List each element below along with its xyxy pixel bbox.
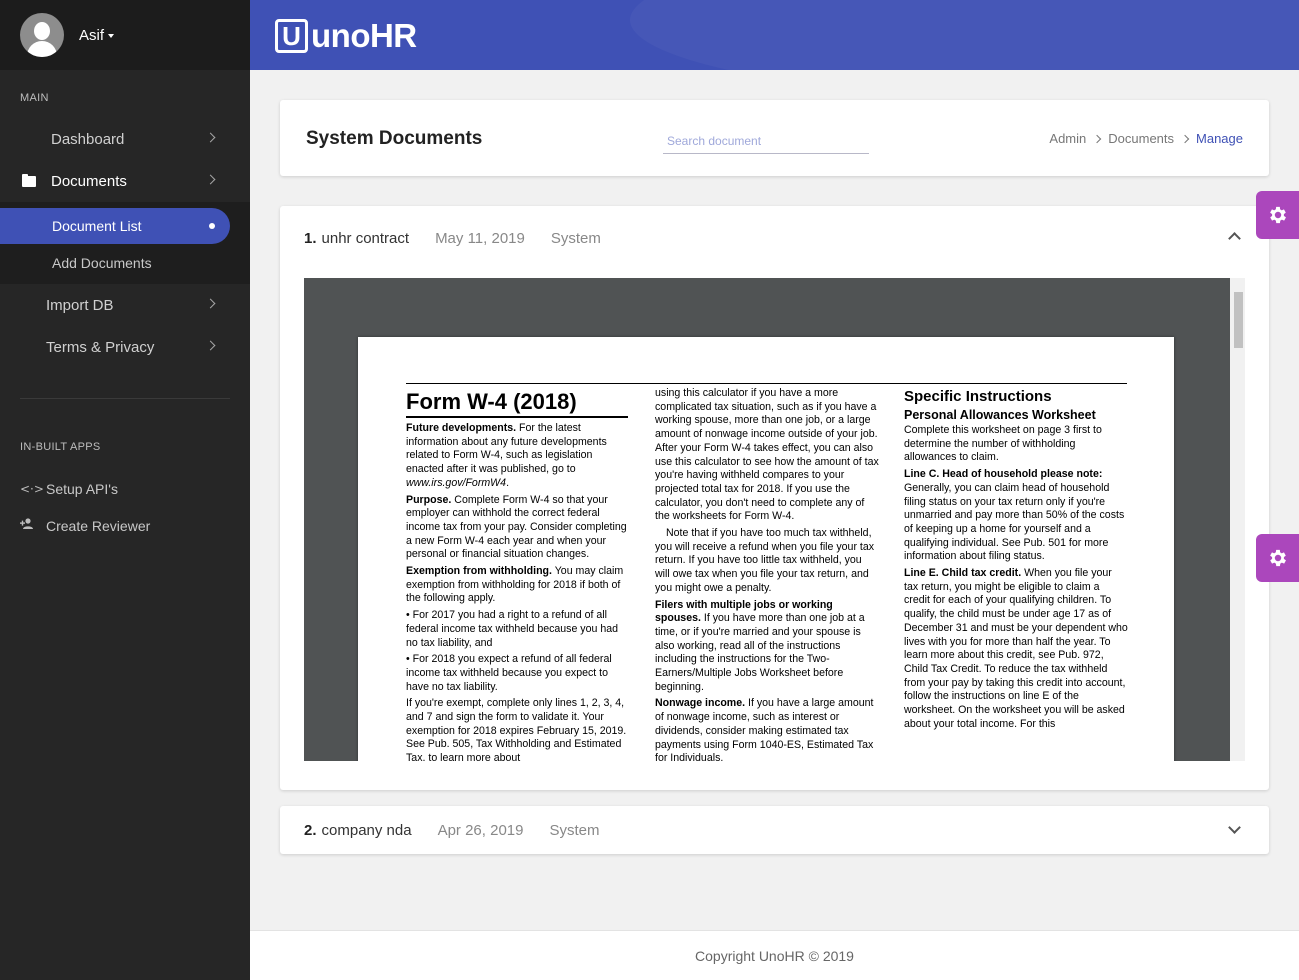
pdf-page: Form W-4 (2018) Future developments. For… bbox=[358, 337, 1174, 761]
document-title: unhr contract bbox=[321, 229, 410, 247]
sidebar-item-terms-privacy[interactable]: Terms & Privacy bbox=[0, 326, 250, 368]
document-card: 1. unhr contract May 11, 2019 System For… bbox=[280, 206, 1269, 790]
pdf-viewer[interactable]: Form W-4 (2018) Future developments. For… bbox=[304, 278, 1245, 761]
sidebar-subitem-document-list[interactable]: Document List bbox=[0, 208, 230, 244]
sidebar-item-setup-apis[interactable]: <·> Setup API's bbox=[0, 470, 250, 507]
search-input[interactable] bbox=[663, 128, 869, 154]
gear-icon bbox=[1269, 549, 1286, 567]
sidebar-subitem-label: Add Documents bbox=[52, 255, 152, 271]
chevron-right-icon bbox=[205, 298, 216, 309]
sidebar-item-label: Terms & Privacy bbox=[46, 338, 155, 356]
active-dot-icon bbox=[209, 223, 215, 229]
documents-submenu: Document List Add Documents bbox=[0, 202, 250, 284]
list-icon bbox=[20, 299, 34, 311]
document-source: System bbox=[550, 229, 601, 247]
pdf-paragraph: Purpose. Complete Form W-4 so that your … bbox=[406, 493, 627, 561]
document-header[interactable]: 2. company nda Apr 26, 2019 System bbox=[280, 806, 1269, 854]
pdf-column-3: Specific Instructions Personal Allowance… bbox=[904, 387, 1128, 734]
settings-button[interactable] bbox=[1256, 191, 1299, 239]
sidebar-item-create-reviewer[interactable]: Create Reviewer bbox=[0, 507, 250, 544]
breadcrumb-documents[interactable]: Documents bbox=[1108, 131, 1174, 146]
sidebar-divider bbox=[20, 398, 230, 399]
pdf-paragraph: If you're exempt, complete only lines 1,… bbox=[406, 697, 627, 761]
pdf-paragraph: Line E. Child tax credit. When you file … bbox=[904, 567, 1128, 730]
pdf-paragraph: Exemption from withholding. You may clai… bbox=[406, 565, 624, 605]
chevron-up-icon[interactable] bbox=[1228, 232, 1241, 245]
user-menu-toggle[interactable]: Asif bbox=[79, 26, 115, 44]
gear-icon bbox=[1269, 206, 1286, 224]
document-number: 1. bbox=[304, 229, 317, 247]
document-title: company nda bbox=[321, 821, 412, 839]
sidebar-item-label: Import DB bbox=[46, 296, 114, 314]
pdf-paragraph: • For 2018 you expect a refund of all fe… bbox=[406, 653, 612, 693]
chevron-right-icon bbox=[205, 174, 216, 185]
user-name: Asif bbox=[79, 26, 105, 44]
pdf-paragraph: Complete this worksheet on page 3 first … bbox=[904, 424, 1102, 464]
section-label-main: MAIN bbox=[20, 92, 49, 104]
breadcrumb-admin[interactable]: Admin bbox=[1049, 131, 1086, 146]
chevron-right-icon bbox=[1093, 134, 1102, 143]
folder-icon bbox=[22, 173, 36, 187]
sidebar-item-label: Dashboard bbox=[51, 130, 125, 148]
pdf-paragraph: Line C. Head of household please note: G… bbox=[904, 468, 1125, 563]
document-date: May 11, 2019 bbox=[435, 229, 525, 247]
settings-button[interactable] bbox=[1256, 534, 1299, 582]
breadcrumb-manage: Manage bbox=[1196, 131, 1243, 146]
copyright-text: Copyright UnoHR © 2019 bbox=[695, 947, 854, 964]
add-person-icon bbox=[20, 518, 35, 533]
pdf-paragraph: Future developments. For the latest info… bbox=[406, 422, 607, 489]
chevron-right-icon bbox=[205, 340, 216, 351]
dashboard-icon bbox=[22, 133, 36, 145]
section-label-apps: IN-BUILT APPS bbox=[20, 441, 101, 453]
logo-text: unoHR bbox=[311, 17, 417, 54]
sidebar-item-label: Create Reviewer bbox=[46, 517, 151, 534]
logo-mark: U bbox=[275, 19, 308, 53]
sidebar-item-documents[interactable]: Documents bbox=[0, 160, 250, 202]
list-icon bbox=[20, 341, 34, 353]
caret-down-icon bbox=[108, 33, 115, 38]
pdf-paragraph: Nonwage income. If you have a large amou… bbox=[655, 697, 874, 761]
sidebar: Asif MAIN Dashboard Documents Document L… bbox=[0, 0, 250, 980]
user-block[interactable]: Asif bbox=[0, 0, 250, 70]
sidebar-item-label: Documents bbox=[51, 172, 127, 190]
breadcrumb: Admin Documents Manage bbox=[1049, 131, 1243, 146]
pdf-column-1: Form W-4 (2018) Future developments. For… bbox=[406, 389, 628, 761]
avatar[interactable] bbox=[20, 13, 64, 57]
pdf-paragraph: • For 2017 you had a right to a refund o… bbox=[406, 609, 619, 649]
sidebar-subitem-label: Document List bbox=[52, 218, 142, 234]
sidebar-item-import-db[interactable]: Import DB bbox=[0, 284, 250, 326]
brand-logo[interactable]: U unoHR bbox=[275, 17, 417, 55]
document-number: 2. bbox=[304, 821, 317, 839]
pdf-heading: Specific Instructions bbox=[904, 388, 1052, 405]
sidebar-item-label: Setup API's bbox=[46, 480, 118, 497]
document-source: System bbox=[549, 821, 600, 839]
chevron-right-icon bbox=[205, 132, 216, 143]
pdf-subheading: Personal Allowances Worksheet bbox=[904, 408, 1096, 422]
document-date: Apr 26, 2019 bbox=[437, 821, 524, 839]
pdf-form-title: Form W-4 (2018) bbox=[406, 389, 628, 418]
pdf-paragraph: Note that if you have too much tax withh… bbox=[655, 527, 875, 594]
code-arrows-icon: <·> bbox=[20, 481, 44, 496]
chevron-down-icon[interactable] bbox=[1228, 821, 1241, 834]
footer: Copyright UnoHR © 2019 bbox=[250, 930, 1299, 980]
pdf-paragraph: using this calculator if you have a more… bbox=[655, 387, 879, 523]
sidebar-item-dashboard[interactable]: Dashboard bbox=[0, 118, 250, 160]
sidebar-subitem-add-documents[interactable]: Add Documents bbox=[0, 245, 250, 281]
chevron-right-icon bbox=[1180, 134, 1190, 143]
document-header[interactable]: 1. unhr contract May 11, 2019 System bbox=[280, 206, 1269, 270]
pdf-column-2: using this calculator if you have a more… bbox=[655, 387, 879, 761]
document-card: 2. company nda Apr 26, 2019 System bbox=[280, 806, 1269, 854]
pdf-paragraph: Filers with multiple jobs or working spo… bbox=[655, 598, 865, 693]
page-title: System Documents bbox=[306, 128, 483, 149]
page-title-card: System Documents Admin Documents Manage bbox=[280, 100, 1269, 176]
top-header: U unoHR bbox=[250, 0, 1299, 70]
scrollbar-thumb[interactable] bbox=[1234, 292, 1243, 348]
pdf-scrollbar[interactable] bbox=[1230, 278, 1245, 761]
